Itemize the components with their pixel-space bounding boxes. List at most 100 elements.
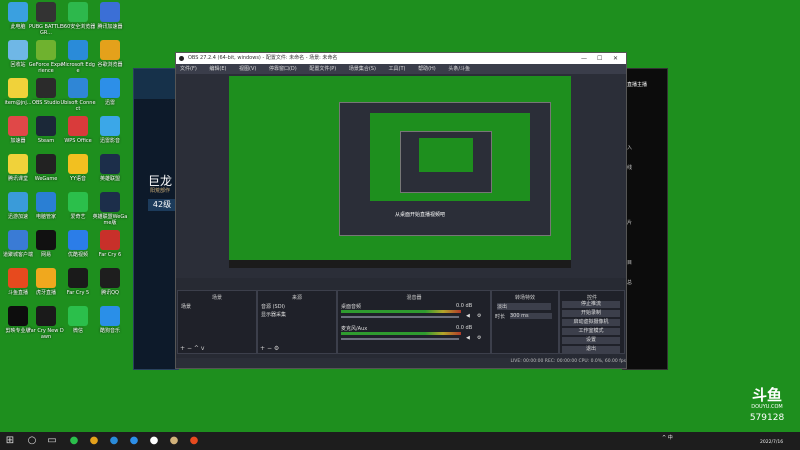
menu-file[interactable]: 文件(F) — [180, 66, 197, 72]
desktop-icon[interactable]: Far Cry 6 — [92, 230, 128, 258]
desktop-icon[interactable]: 腾讯加速器 — [92, 2, 128, 30]
menu-edit[interactable]: 编辑(E) — [209, 66, 226, 72]
desktop-icon[interactable]: Far Cry 5 — [60, 268, 96, 296]
desktop-icon[interactable]: Steam — [28, 116, 64, 144]
scene-up-button[interactable]: ^ — [194, 345, 199, 352]
obs-titlebar[interactable]: OBS 27.2.4 (64-bit, windows) - 配置文件: 未命名… — [176, 53, 626, 64]
minimize-icon[interactable]: — — [581, 53, 587, 64]
menu-help[interactable]: 帮助(H) — [418, 66, 436, 72]
scenes-dock-toolbar: + − ^ v — [178, 344, 256, 353]
right-side-panel[interactable]: 直播主播 入 线 片 目 总 — [622, 68, 668, 370]
close-icon[interactable]: ✕ — [613, 53, 618, 64]
scene-item[interactable]: 场景 — [181, 303, 191, 310]
task-view-icon[interactable]: ▭ — [46, 435, 58, 447]
desktop-icon[interactable]: 谷歌浏览器 — [92, 40, 128, 68]
desktop-icon[interactable]: WPS Office — [60, 116, 96, 144]
transitions-dock[interactable]: 转场特效 淡出 时长 300 ms — [491, 290, 559, 354]
desktop-icon[interactable]: GeForce Experience — [28, 40, 64, 74]
gear-icon[interactable]: ⚙ — [477, 335, 481, 341]
source-settings-button[interactable]: ⚙ — [274, 345, 279, 352]
desktop-icon[interactable]: 迅雷影音 — [92, 116, 128, 144]
desktop-app-icon — [36, 2, 56, 22]
desktop-icon[interactable]: 网易 — [28, 230, 64, 258]
desktop-icon[interactable]: PUBG BATTLEGR... — [28, 2, 64, 36]
menu-view[interactable]: 视图(V) — [239, 66, 256, 72]
menu-docks[interactable]: 停靠窗口(D) — [269, 66, 297, 72]
desktop-app-icon — [68, 192, 88, 212]
desktop-icon[interactable]: 虎牙直播 — [28, 268, 64, 296]
edge-taskbar-icon[interactable]: ● — [108, 435, 120, 447]
desktop-icon[interactable]: YY语音 — [60, 154, 96, 182]
scenes-dock[interactable]: 场景 场景 + − ^ v — [177, 290, 257, 354]
taskbar-date[interactable]: 2022/7/16 — [760, 440, 783, 445]
360-browser-taskbar-icon[interactable]: ● — [68, 435, 80, 447]
mixer-dock[interactable]: 混音器 桌面音频 0.0 dB ◀ ⚙ 麦克风/Aux 0.0 dB ◀ ⚙ — [337, 290, 491, 354]
desktop-icon-label: WPS Office — [64, 138, 92, 144]
desktop-icon[interactable]: Far Cry New Dawn — [28, 306, 64, 340]
desktop-icon-label: Far Cry 5 — [66, 290, 90, 296]
remove-scene-button[interactable]: − — [187, 345, 192, 352]
menu-tools[interactable]: 工具(T) — [389, 66, 406, 72]
desktop-icon-label: 腾讯加速器 — [97, 24, 123, 30]
menu-scene-collection[interactable]: 场景集合(S) — [349, 66, 376, 72]
desktop-icon[interactable]: Microsoft Edge — [60, 40, 96, 74]
add-scene-button[interactable]: + — [180, 345, 185, 352]
scene-down-button[interactable]: v — [201, 345, 205, 352]
exit-button[interactable]: 退出 — [562, 346, 620, 353]
obs-preview[interactable]: 从桌面开始直播视频吧 — [229, 76, 571, 268]
remove-source-button[interactable]: − — [267, 345, 272, 352]
desktop-icon[interactable]: 360安全浏览器 — [60, 2, 96, 30]
settings-button[interactable]: 设置 — [562, 337, 620, 344]
desktop-icon[interactable]: 微信 — [60, 306, 96, 334]
desktop-app-icon — [36, 116, 56, 136]
douyu-watermark: 斗鱼 DOUYU.COM 579128 — [737, 386, 797, 432]
controls-dock[interactable]: 控件 停止推流 开始录制 启动虚拟摄像机 工作室模式 设置 退出 — [559, 290, 625, 354]
douyu-logo: 斗鱼 — [751, 386, 782, 404]
start-recording-button[interactable]: 开始录制 — [562, 310, 620, 317]
desktop-icon[interactable]: 迅雷 — [92, 78, 128, 106]
sources-dock-header: 来源 — [291, 295, 302, 301]
chrome-taskbar-icon[interactable]: ● — [88, 435, 100, 447]
desktop-icon-label: Ubisoft Connect — [60, 100, 96, 112]
desktop-icon[interactable]: 腾讯QQ — [92, 268, 128, 296]
mixer-channel-1-volume-slider[interactable] — [341, 316, 459, 318]
duration-input[interactable]: 300 ms — [510, 313, 552, 319]
desktop-icon[interactable]: 电脑管家 — [28, 192, 64, 220]
douyu-taskbar-icon[interactable]: ● — [188, 435, 200, 447]
system-tray[interactable]: ^ 中 — [662, 434, 673, 441]
speaker-icon[interactable]: ◀ — [466, 335, 470, 341]
desktop-app-icon — [36, 268, 56, 288]
thunder-taskbar-icon[interactable]: ● — [128, 435, 140, 447]
menu-profile[interactable]: 配置文件(P) — [309, 66, 336, 72]
stop-streaming-button[interactable]: 停止推流 — [562, 301, 620, 308]
desktop-icon-label: 网易 — [40, 252, 51, 258]
desktop-icon[interactable]: OBS Studio — [28, 78, 64, 106]
transition-select[interactable]: 淡出 — [497, 303, 551, 310]
source-item[interactable]: 显示器采集 — [261, 311, 286, 318]
mixer-channel-2-volume-slider[interactable] — [341, 338, 459, 340]
maximize-icon[interactable]: ☐ — [597, 53, 602, 64]
start-virtual-camera-button[interactable]: 启动虚拟摄像机 — [562, 319, 620, 326]
speaker-icon[interactable]: ◀ — [466, 313, 470, 319]
windows-start-icon[interactable]: ⊞ — [4, 435, 16, 447]
desktop-icon[interactable]: 英雄联盟 — [92, 154, 128, 182]
desktop-app-icon — [8, 78, 28, 98]
menu-douyu[interactable]: 头条/斗鱼 — [448, 66, 470, 72]
gear-icon[interactable]: ⚙ — [477, 313, 481, 319]
search-icon[interactable]: ○ — [26, 435, 38, 447]
desktop-icon[interactable]: 优酷视频 — [60, 230, 96, 258]
add-source-button[interactable]: + — [260, 345, 265, 352]
mixer-channel-2-meter — [341, 332, 461, 335]
obs-taskbar-icon[interactable]: ● — [148, 435, 160, 447]
desktop-icon[interactable]: Ubisoft Connect — [60, 78, 96, 112]
lol-taskbar-icon[interactable]: ● — [168, 435, 180, 447]
desktop-icon[interactable]: 爱奇艺 — [60, 192, 96, 220]
sources-dock[interactable]: 来源 音源 (SDI) 显示器采集 + − ⚙ — [257, 290, 337, 354]
source-item[interactable]: 音源 (SDI) — [261, 303, 285, 310]
desktop-icon[interactable]: 酷狗音乐 — [92, 306, 128, 334]
obs-window[interactable]: OBS 27.2.4 (64-bit, windows) - 配置文件: 未命名… — [175, 52, 627, 369]
desktop-icon[interactable]: 英雄联盟WeGame版 — [92, 192, 128, 226]
desktop-icon[interactable]: WeGame — [28, 154, 64, 182]
studio-mode-button[interactable]: 工作室模式 — [562, 328, 620, 335]
lol-client-window[interactable]: 巨龙 阳荒部作 42级 — [133, 68, 179, 370]
